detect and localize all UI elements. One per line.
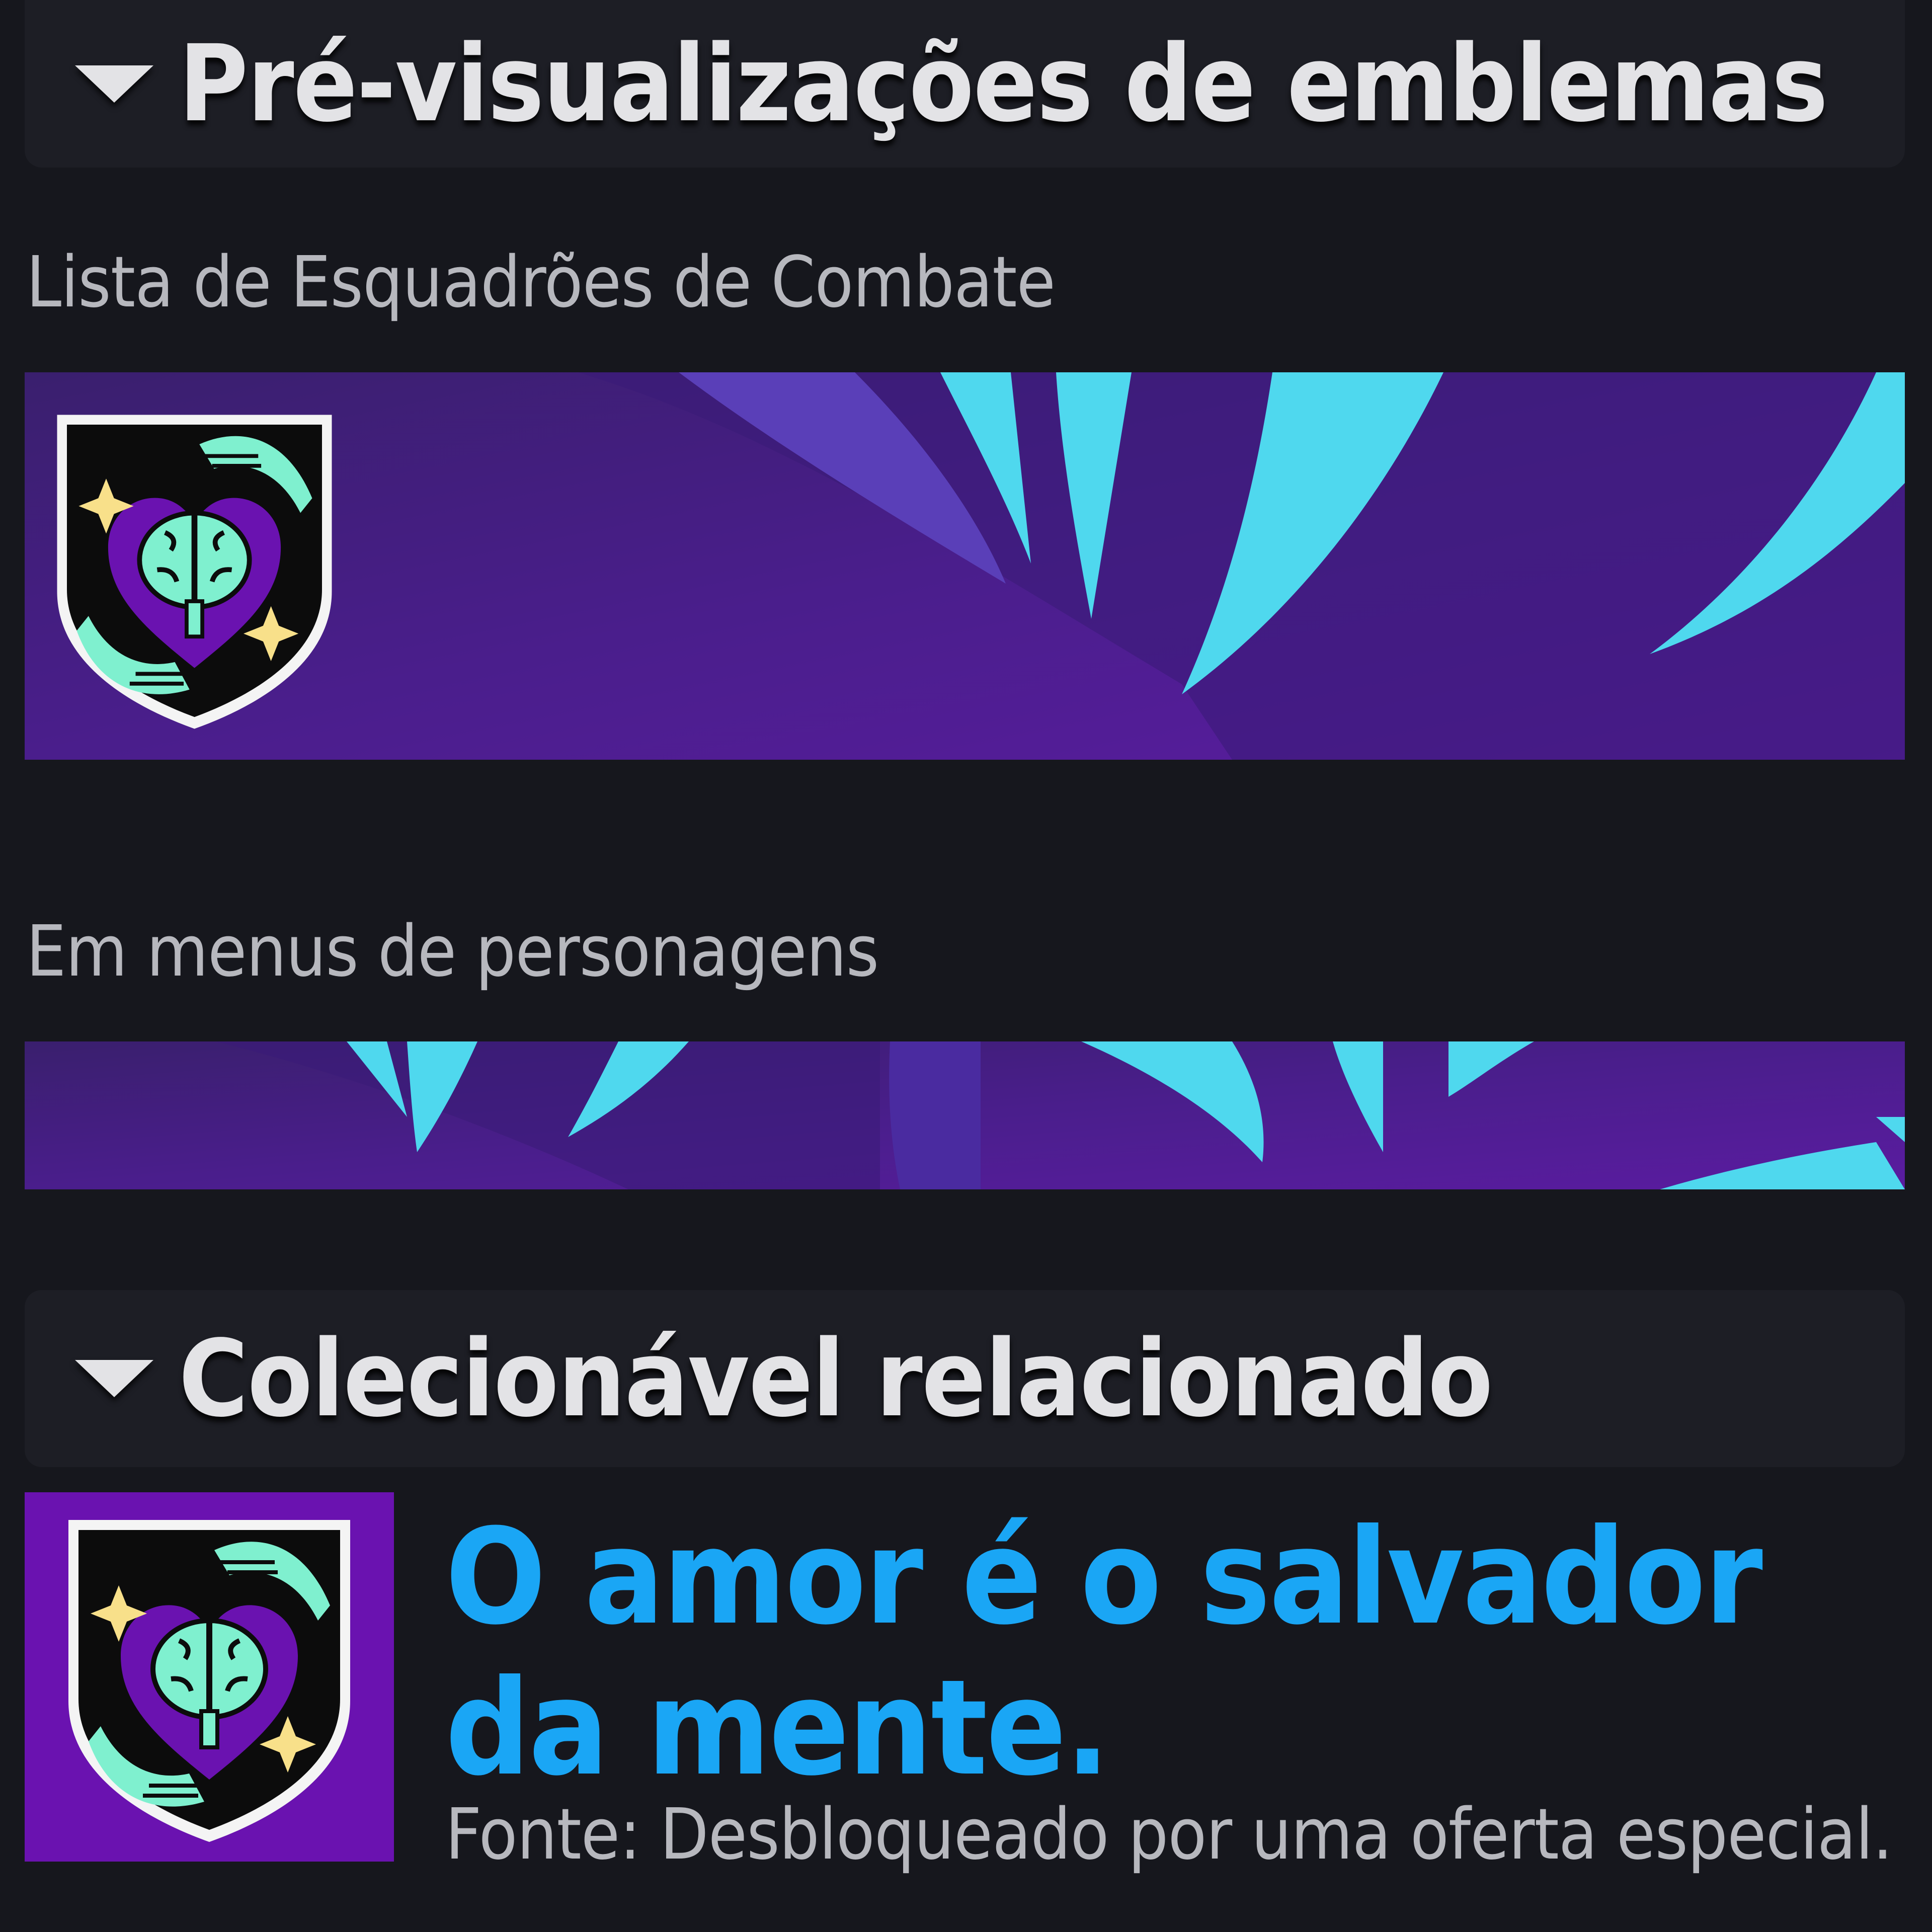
collectible-emblem-tile[interactable] bbox=[25, 1492, 394, 1862]
collapse-triangle-icon[interactable] bbox=[75, 65, 153, 103]
roster-emblem-banner bbox=[25, 372, 1905, 760]
character-menu-preview-label: Em menus de personagens bbox=[26, 911, 879, 993]
collectible-source-text: Fonte: Desbloqueado por uma oferta espec… bbox=[445, 1794, 1893, 1876]
related-collectible-header[interactable]: Colecionável relacionado bbox=[25, 1290, 1905, 1467]
emblem-previews-header[interactable]: Pré-visualizações de emblemas bbox=[25, 0, 1905, 168]
emblem-previews-title: Pré-visualizações de emblemas bbox=[179, 22, 1828, 145]
roster-preview-label: Lista de Esquadrões de Combate bbox=[26, 242, 1056, 324]
emblem-shield-icon bbox=[25, 1492, 394, 1862]
collectible-name-link[interactable]: O amor é o salvador da mente. bbox=[445, 1502, 1894, 1804]
collapse-triangle-icon[interactable] bbox=[75, 1360, 153, 1397]
character-menu-emblem-banner bbox=[25, 1041, 1905, 1189]
related-collectible-title: Colecionável relacionado bbox=[179, 1317, 1493, 1440]
